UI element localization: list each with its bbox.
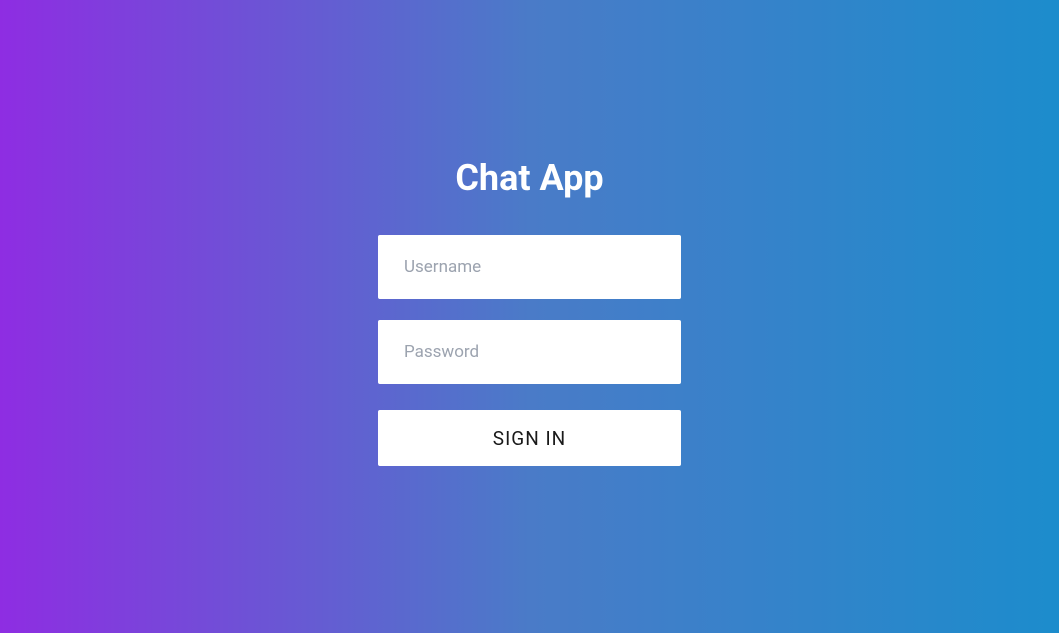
password-input[interactable] (378, 320, 681, 384)
login-container: Chat App SIGN IN (378, 157, 681, 466)
username-input[interactable] (378, 235, 681, 299)
app-title: Chat App (455, 157, 603, 199)
signin-button[interactable]: SIGN IN (378, 410, 681, 466)
